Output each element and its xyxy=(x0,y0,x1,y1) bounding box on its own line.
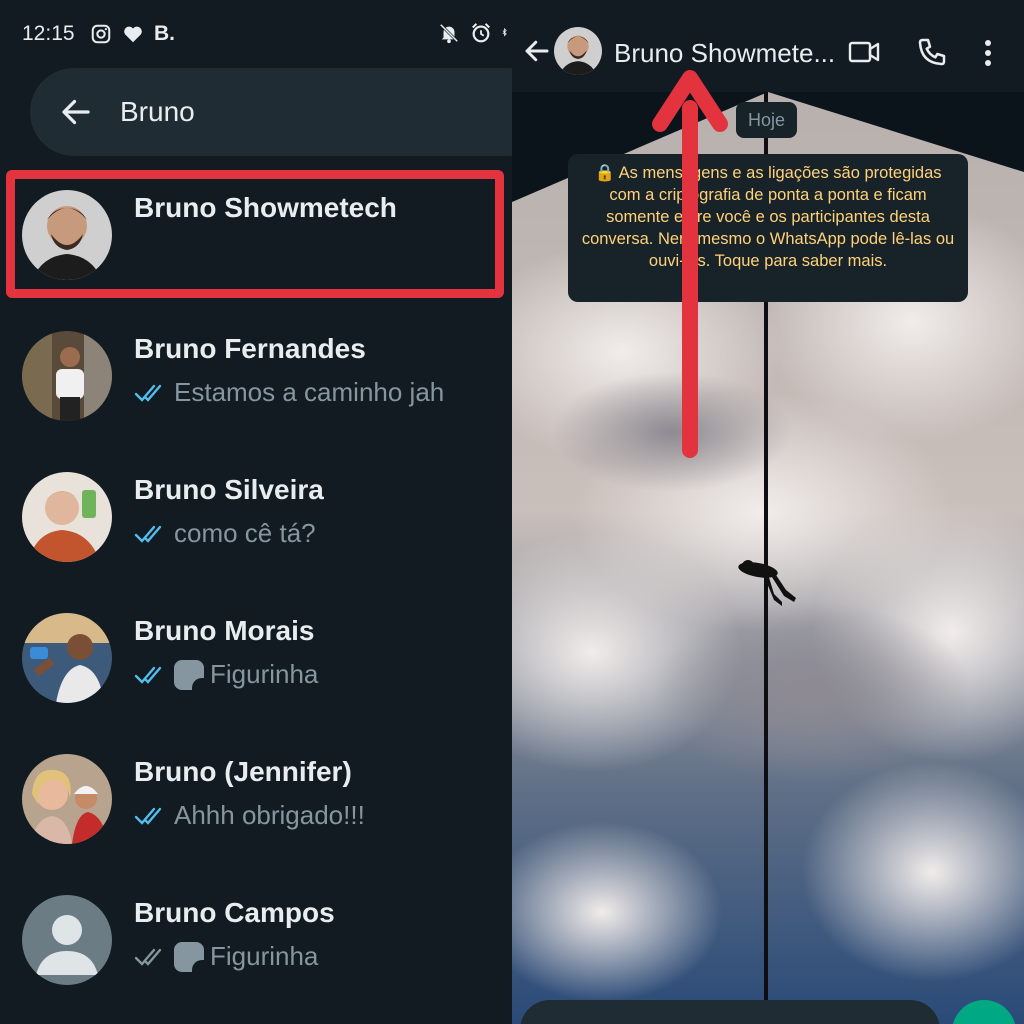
date-chip: Hoje xyxy=(736,102,798,138)
encryption-notice[interactable]: 🔒 As mensagens e as ligações são protegi… xyxy=(568,154,968,302)
last-message-text: Figurinha xyxy=(210,941,319,971)
alarm-icon xyxy=(472,23,490,43)
sticker-icon xyxy=(174,659,204,690)
contact-item-bruno-campos[interactable]: Bruno Campos Figurinha xyxy=(0,877,512,1018)
default-avatar-icon xyxy=(22,895,112,985)
status-system-icons xyxy=(438,22,512,44)
avatar xyxy=(22,472,112,562)
status-time: 12:15 xyxy=(22,22,75,45)
last-message: Figurinha xyxy=(134,941,318,972)
double-check-icon xyxy=(134,525,162,543)
last-message: como cê tá? xyxy=(134,518,316,549)
last-message: Figurinha xyxy=(134,659,318,690)
avatar xyxy=(22,754,112,844)
sticker-icon xyxy=(174,941,204,972)
mute-bell-icon xyxy=(439,23,459,44)
more-vert-icon[interactable] xyxy=(982,38,994,68)
message-composer[interactable] xyxy=(520,1000,940,1024)
instagram-icon xyxy=(91,24,111,44)
phone-icon[interactable] xyxy=(916,36,948,68)
status-notification-icons: B. xyxy=(90,22,175,46)
back-arrow-icon[interactable] xyxy=(58,94,94,130)
video-call-icon[interactable] xyxy=(848,38,880,66)
contact-name: Bruno Campos xyxy=(134,897,335,928)
contact-name: Bruno (Jennifer) xyxy=(134,756,352,787)
contact-item-bruno-jennifer[interactable]: Bruno (Jennifer) Ahhh obrigado!!! xyxy=(0,736,512,877)
double-check-icon xyxy=(134,948,162,966)
chat-header[interactable]: Bruno Showmete... xyxy=(512,0,1024,92)
avatar[interactable] xyxy=(554,27,602,75)
contact-item-bruno-fernandes[interactable]: Bruno Fernandes Estamos a caminho jah xyxy=(0,313,512,454)
contact-item-bruno-morais[interactable]: Bruno Morais Figurinha xyxy=(0,595,512,736)
double-check-icon xyxy=(134,384,162,402)
last-message-text: Estamos a caminho jah xyxy=(174,377,445,407)
heart-icon xyxy=(124,26,142,43)
last-message-text: Ahhh obrigado!!! xyxy=(174,800,365,830)
double-check-icon xyxy=(134,807,162,825)
avatar xyxy=(22,331,112,421)
back-arrow-icon[interactable] xyxy=(522,36,552,66)
chat-title[interactable]: Bruno Showmete... xyxy=(614,38,835,69)
last-message: Estamos a caminho jah xyxy=(134,377,444,408)
chat-panel: Bruno Showmete... Hoje 🔒 As mensagens e … xyxy=(512,0,1024,1024)
contact-name: Bruno Morais xyxy=(134,615,315,646)
search-input[interactable]: Bruno xyxy=(120,96,195,128)
b-app-icon: B. xyxy=(154,22,175,45)
search-bar[interactable]: Bruno xyxy=(30,68,512,156)
contact-name: Bruno Silveira xyxy=(134,474,324,505)
last-message: Ahhh obrigado!!! xyxy=(134,800,365,831)
highlight-box xyxy=(6,170,504,298)
search-results-panel: 12:15 B. Bruno Bruno Showmetech Bruno Fe… xyxy=(0,0,512,1024)
last-message-text: como cê tá? xyxy=(174,518,316,548)
contact-name: Bruno Fernandes xyxy=(134,333,366,364)
bluetooth-icon xyxy=(502,27,507,37)
double-check-icon xyxy=(134,666,162,684)
last-message-text: Figurinha xyxy=(210,659,319,689)
contact-item-bruno-silveira[interactable]: Bruno Silveira como cê tá? xyxy=(0,454,512,595)
avatar xyxy=(22,613,112,703)
status-bar: 12:15 B. xyxy=(0,0,512,66)
